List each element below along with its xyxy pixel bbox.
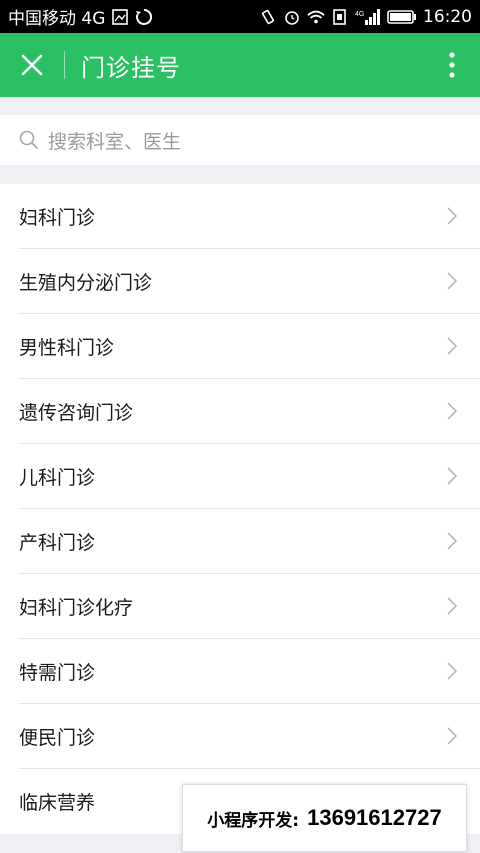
- list-item[interactable]: 妇科门诊: [19, 184, 480, 249]
- list-item[interactable]: 产科门诊: [19, 509, 480, 574]
- chevron-right-icon: [447, 532, 458, 550]
- department-list: 妇科门诊 生殖内分泌门诊 男性科门诊 遗传咨询门诊 儿科门诊 产科门诊 妇科门诊…: [0, 184, 480, 834]
- status-bar: 中国移动 4G 4G 16:20: [0, 0, 480, 33]
- close-button[interactable]: [0, 33, 64, 97]
- app-header: 门诊挂号: [0, 33, 480, 97]
- list-item-label: 妇科门诊化疗: [19, 596, 134, 619]
- sync-icon: [135, 8, 153, 26]
- list-item-label: 男性科门诊: [19, 336, 115, 359]
- wifi-icon: [307, 8, 325, 26]
- status-left: 中国移动 4G: [8, 4, 153, 29]
- clock-text: 16:20: [423, 6, 472, 27]
- signal-icon: 4G: [355, 8, 381, 26]
- chevron-right-icon: [447, 597, 458, 615]
- close-icon: [21, 54, 43, 76]
- battery-icon: [387, 8, 417, 26]
- page-title: 门诊挂号: [81, 53, 181, 82]
- list-item-label: 临床营养: [19, 792, 96, 814]
- chevron-right-icon: [447, 662, 458, 680]
- chevron-right-icon: [447, 727, 458, 745]
- chevron-right-icon: [447, 467, 458, 485]
- carrier-text: 中国移动 4G: [8, 9, 106, 29]
- status-right: 4G 16:20: [259, 7, 472, 27]
- list-item-label: 遗传咨询门诊: [19, 401, 134, 424]
- list-item[interactable]: 儿科门诊: [19, 444, 480, 509]
- promo-label: 小程序开发:: [207, 810, 300, 831]
- sim-icon: [331, 8, 349, 26]
- search-placeholder: 搜索科室、医生: [48, 130, 182, 153]
- list-item-label: 生殖内分泌门诊: [19, 271, 153, 294]
- list-item[interactable]: 便民门诊: [19, 704, 480, 769]
- alarm-icon: [283, 8, 301, 26]
- list-item[interactable]: 特需门诊: [19, 639, 480, 704]
- search-icon: [19, 130, 38, 149]
- more-button[interactable]: [440, 33, 464, 97]
- list-item-label: 特需门诊: [19, 661, 96, 684]
- promo-overlay: 小程序开发: 13691612727: [182, 784, 467, 852]
- list-item-label: 便民门诊: [19, 726, 96, 749]
- promo-phone-number: 13691612727: [307, 805, 442, 830]
- list-item[interactable]: 生殖内分泌门诊: [19, 249, 480, 314]
- chevron-right-icon: [447, 402, 458, 420]
- list-item[interactable]: 妇科门诊化疗: [19, 574, 480, 639]
- list-item[interactable]: 遗传咨询门诊: [19, 379, 480, 444]
- chevron-right-icon: [447, 272, 458, 290]
- svg-text:4G: 4G: [355, 11, 364, 18]
- search-bar[interactable]: 搜索科室、医生: [0, 115, 480, 165]
- more-vertical-icon: [449, 52, 455, 78]
- list-item-label: 产科门诊: [19, 531, 96, 554]
- vibrate-icon: [259, 8, 277, 26]
- chevron-right-icon: [447, 207, 458, 225]
- list-item-label: 儿科门诊: [19, 466, 96, 489]
- chevron-right-icon: [447, 337, 458, 355]
- list-item-label: 妇科门诊: [19, 206, 96, 229]
- header-divider: [64, 51, 65, 79]
- image-icon: [111, 8, 129, 26]
- list-item[interactable]: 男性科门诊: [19, 314, 480, 379]
